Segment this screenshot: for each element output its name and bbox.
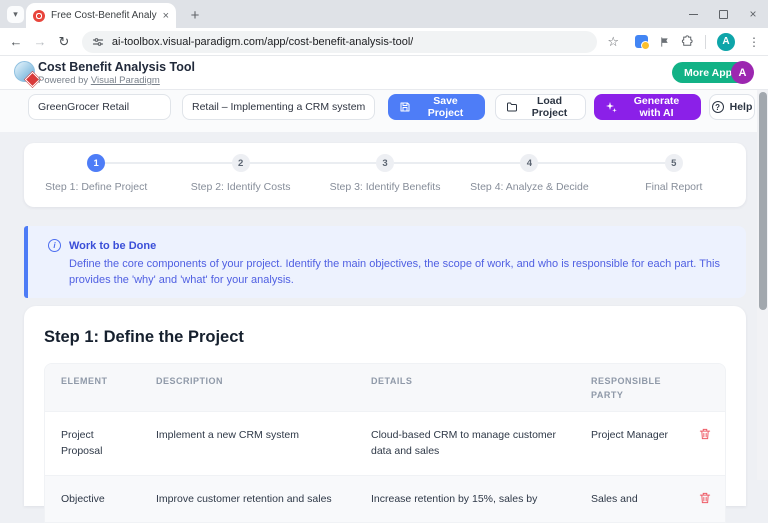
extensions-area: A ⋮: [635, 33, 768, 51]
generate-with-ai-button[interactable]: Generate with AI: [594, 94, 701, 120]
table-row: Objective Improve customer retention and…: [45, 475, 725, 522]
step-label: Step 1: Define Project: [45, 181, 147, 193]
help-label: Help: [730, 101, 753, 113]
browser-profile-avatar[interactable]: A: [717, 33, 735, 51]
cell-element: Project Proposal: [45, 412, 140, 475]
new-tab-button[interactable]: +: [184, 4, 206, 26]
browser-menu-icon[interactable]: ⋮: [748, 35, 760, 49]
info-icon: i: [48, 239, 61, 252]
tab-list-button[interactable]: ▾: [7, 6, 24, 23]
step-label: Step 3: Identify Benefits: [330, 181, 441, 193]
step-circle: 2: [232, 154, 250, 172]
cell-party: Project Manager: [575, 412, 685, 475]
load-project-button[interactable]: Load Project: [495, 94, 586, 120]
toolbar-separator: [705, 35, 706, 49]
cell-description: Improve customer retention and sales: [140, 476, 355, 522]
section-heading: Step 1: Define the Project: [44, 328, 726, 347]
callout-title: Work to be Done: [69, 240, 156, 252]
bookmark-star-icon[interactable]: ☆: [607, 34, 619, 50]
step-circle: 4: [520, 154, 538, 172]
project-description-input[interactable]: [182, 94, 375, 120]
define-project-table: Element Description Details Responsible …: [44, 363, 726, 523]
site-favicon-icon: [33, 10, 45, 22]
app-title: Cost Benefit Analysis Tool: [38, 60, 195, 74]
save-icon: [399, 101, 411, 113]
url-text: ai-toolbox.visual-paradigm.com/app/cost-…: [112, 36, 413, 48]
table-header-row: Element Description Details Responsible …: [45, 364, 725, 411]
browser-toolbar: ← → ↻ ai-toolbox.visual-paradigm.com/app…: [0, 28, 768, 56]
window-minimize-button[interactable]: [678, 0, 708, 28]
sparkles-icon: [605, 101, 617, 113]
maximize-icon: [719, 10, 728, 19]
extensions-puzzle-icon[interactable]: [681, 35, 694, 48]
column-header-details: Details: [355, 364, 575, 411]
work-to-be-done-callout: i Work to be Done Define the core compon…: [24, 226, 746, 298]
delete-row-button[interactable]: [698, 427, 712, 475]
cell-details: Increase retention by 15%, sales by: [355, 476, 575, 522]
powered-by-text: Powered by Visual Paradigm: [38, 75, 160, 86]
page-content: Save Project Load Project Generate with …: [0, 90, 768, 480]
folder-icon: [506, 101, 518, 113]
step1-card: Step 1: Define the Project Element Descr…: [24, 306, 746, 506]
cell-details: Cloud-based CRM to manage customer data …: [355, 412, 575, 475]
reload-button[interactable]: ↻: [52, 34, 76, 50]
column-header-responsible-party: Responsible Party: [575, 364, 685, 411]
column-header-actions: [685, 364, 725, 411]
window-maximize-button[interactable]: [708, 0, 738, 28]
column-header-description: Description: [140, 364, 355, 411]
cell-description: Implement a new CRM system: [140, 412, 355, 475]
user-avatar[interactable]: A: [731, 61, 754, 84]
app-header: Cost Benefit Analysis Tool Powered by Vi…: [0, 56, 768, 90]
help-button[interactable]: ? Help: [709, 94, 755, 120]
column-header-element: Element: [45, 364, 140, 411]
back-button[interactable]: ←: [4, 34, 28, 49]
step-circle: 1: [87, 154, 105, 172]
powered-prefix: Powered by: [38, 75, 91, 86]
page-scrollbar[interactable]: [757, 90, 768, 480]
load-label: Load Project: [524, 95, 575, 119]
project-name-input[interactable]: [28, 94, 171, 120]
save-label: Save Project: [417, 95, 474, 119]
window-close-button[interactable]: ×: [738, 0, 768, 28]
chevron-down-icon: ▾: [13, 9, 18, 20]
step-label: Step 4: Analyze & Decide: [470, 181, 589, 193]
save-project-button[interactable]: Save Project: [388, 94, 485, 120]
visual-paradigm-logo-icon: [14, 61, 38, 85]
stepper: 1 Step 1: Define Project 2 Step 2: Ident…: [24, 143, 746, 207]
cell-element: Objective: [45, 476, 140, 522]
minimize-icon: [689, 14, 698, 15]
site-settings-icon[interactable]: [92, 36, 104, 48]
window-controls: ×: [678, 0, 768, 28]
scrollbar-thumb[interactable]: [759, 92, 767, 310]
step-circle: 5: [665, 154, 683, 172]
extension-icon[interactable]: [635, 35, 648, 48]
browser-tab[interactable]: Free Cost-Benefit Analysis Edito ×: [26, 3, 176, 28]
cell-party: Sales and: [575, 476, 685, 522]
tab-close-icon[interactable]: ×: [163, 10, 169, 22]
step-label: Step 2: Identify Costs: [191, 181, 291, 193]
step-circle: 3: [376, 154, 394, 172]
tab-title: Free Cost-Benefit Analysis Edito: [51, 10, 157, 21]
forward-button[interactable]: →: [28, 34, 52, 49]
step-5-final-report[interactable]: 5 Final Report: [602, 154, 746, 207]
address-bar[interactable]: ai-toolbox.visual-paradigm.com/app/cost-…: [82, 31, 597, 53]
help-icon: ?: [712, 101, 724, 113]
browser-tab-strip: ▾ Free Cost-Benefit Analysis Edito × + ×: [0, 0, 768, 28]
generate-label: Generate with AI: [623, 95, 690, 119]
table-row: Project Proposal Implement a new CRM sys…: [45, 411, 725, 475]
step-label: Final Report: [645, 181, 702, 193]
delete-row-button[interactable]: [698, 491, 712, 522]
flag-extension-icon[interactable]: [659, 36, 670, 48]
visual-paradigm-link[interactable]: Visual Paradigm: [91, 75, 160, 86]
callout-body: Define the core components of your proje…: [69, 257, 732, 289]
